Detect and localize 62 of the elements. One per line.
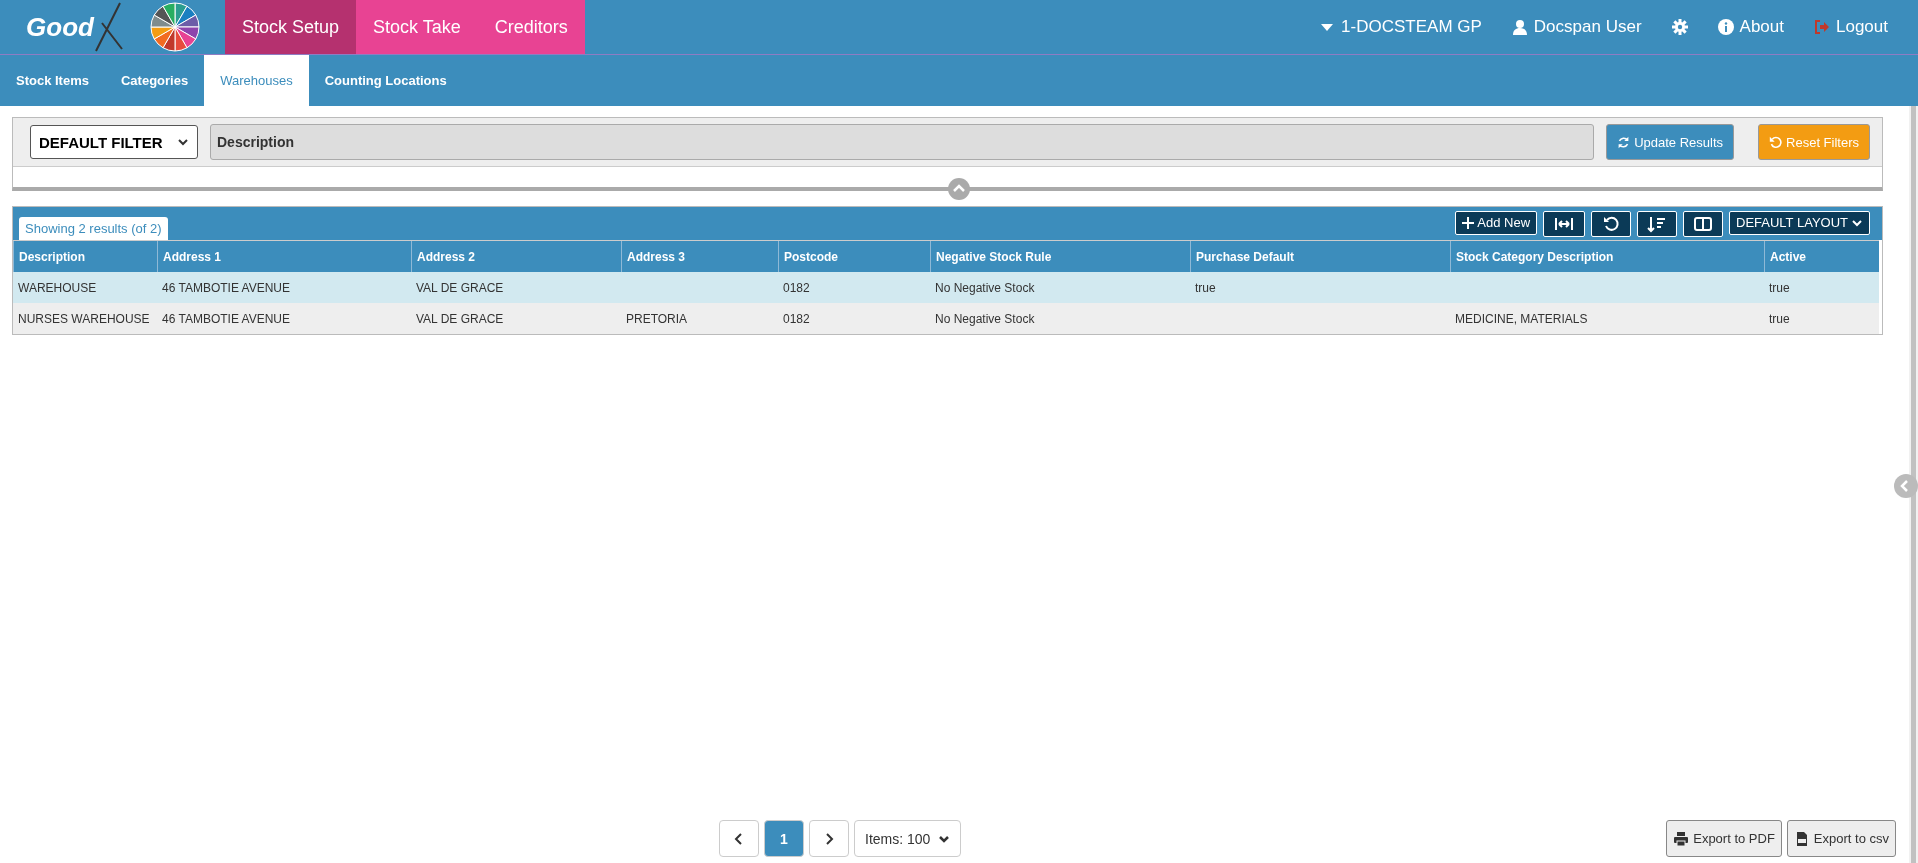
- next-page-button[interactable]: [809, 820, 849, 857]
- x-mark-icon: [93, 1, 124, 53]
- undo-icon: [1769, 135, 1783, 149]
- module-tab[interactable]: Stock Take: [356, 0, 478, 54]
- table-cell-text: MEDICINE, MATERIALS: [1454, 310, 1589, 328]
- side-panel-toggle-icon[interactable]: [1894, 474, 1918, 498]
- settings-icon: [1671, 19, 1688, 35]
- table-cell-text: NURSES WAREHOUSE: [17, 310, 151, 328]
- table-cell-text: true: [1194, 279, 1217, 297]
- chevron-left-icon: [733, 831, 745, 846]
- table-cell-text: 46 TAMBOTIE AVENUE: [161, 310, 292, 328]
- refresh-icon: [1617, 135, 1631, 149]
- practice-dropdown[interactable]: 1-DOCSTEAM GP: [1319, 0, 1482, 54]
- export-pdf-button[interactable]: Export to PDF: [1666, 820, 1782, 857]
- chevron-down-icon: [177, 136, 189, 148]
- items-per-page-dropdown[interactable]: Items: 100: [854, 820, 962, 857]
- fit-columns-icon[interactable]: [1543, 210, 1585, 237]
- table-cell-text: true: [1768, 310, 1791, 328]
- sort-icon[interactable]: [1637, 210, 1677, 237]
- previous-page-button[interactable]: [719, 820, 759, 857]
- table-cell-text: 0182: [782, 310, 811, 328]
- info-icon: [1717, 19, 1734, 35]
- sub-tab[interactable]: Counting Locations: [308, 55, 463, 106]
- table-cell-text: 0182: [782, 279, 811, 297]
- printer-icon: [1673, 830, 1690, 847]
- table-row[interactable]: WAREHOUSE 46 TAMBOTIE AVENUE VAL DE GRACE 0182 No Negative Stock true true: [13, 272, 1879, 303]
- page-button[interactable]: 1: [764, 820, 804, 857]
- scrollbar-thumb[interactable]: [1911, 106, 1916, 863]
- logo-text: Good: [26, 11, 94, 43]
- info-link[interactable]: About: [1717, 0, 1784, 54]
- table-cell-text: true: [1768, 279, 1791, 297]
- layout-dropdown[interactable]: DEFAULT LAYOUT: [1729, 210, 1870, 235]
- user-icon: [1511, 19, 1528, 35]
- user-link[interactable]: Docspan User: [1511, 0, 1642, 54]
- logout-link[interactable]: Logout: [1814, 0, 1888, 54]
- results-count: Showing 2 results (of 2): [19, 217, 168, 240]
- add-new-button[interactable]: Add New: [1455, 210, 1537, 235]
- table-cell-text: VAL DE GRACE: [415, 310, 505, 328]
- logout-icon: [1814, 19, 1830, 35]
- table-cell-text: WAREHOUSE: [17, 279, 98, 297]
- collapse-icon[interactable]: [947, 178, 970, 200]
- export-csv-button[interactable]: Export to csv: [1786, 820, 1896, 857]
- table-cell-text: 46 TAMBOTIE AVENUE: [161, 279, 292, 297]
- plus-icon: [1462, 216, 1475, 229]
- table-cell-text: No Negative Stock: [934, 279, 1036, 297]
- sub-tab[interactable]: Warehouses: [204, 55, 309, 106]
- table-cell-text: PRETORIA: [625, 310, 689, 328]
- reset-filters-button[interactable]: Reset Filters: [1758, 124, 1870, 160]
- chevron-right-icon: [823, 831, 835, 846]
- table-row[interactable]: NURSES WAREHOUSE 46 TAMBOTIE AVENUE VAL DE GRACE PRETORIA 0182 No Negative Stock MEDICINE, MATERIALS true: [13, 303, 1879, 334]
- table-cell-text: No Negative Stock: [934, 310, 1036, 328]
- module-tab[interactable]: Stock Setup: [225, 0, 357, 54]
- columns-icon[interactable]: [1683, 210, 1723, 237]
- update-results-button[interactable]: Update Results: [1606, 124, 1735, 160]
- description-field[interactable]: Description: [210, 124, 1595, 160]
- filter-dropdown[interactable]: DEFAULT FILTER: [30, 125, 198, 159]
- color-wheel-logo: [150, 2, 200, 52]
- sub-tab[interactable]: Stock Items: [0, 55, 105, 106]
- table-cell-text: VAL DE GRACE: [415, 279, 505, 297]
- sub-tab[interactable]: Categories: [105, 55, 205, 106]
- refresh-icon[interactable]: [1591, 210, 1631, 237]
- module-tab[interactable]: Creditors: [477, 0, 585, 54]
